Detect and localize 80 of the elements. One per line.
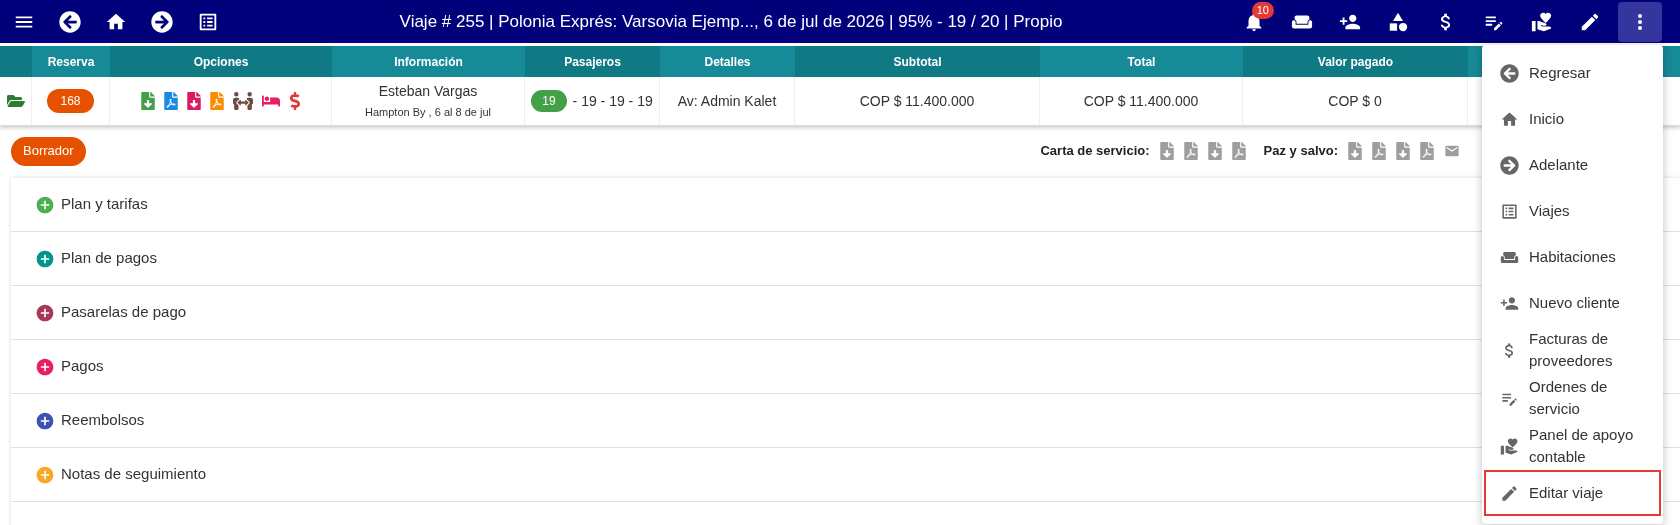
accordion-section[interactable]: Plan y tarifas <box>35 193 148 216</box>
section-title: Pagos <box>61 356 104 377</box>
menu-item[interactable]: Inicio <box>1484 96 1661 142</box>
table-cell-text: COP $ 11.400.000 <box>1083 91 1199 111</box>
menu-item-label: Regresar <box>1529 63 1591 83</box>
table-cell-text: COP $ 0 <box>1328 91 1382 111</box>
client-name: Esteban Vargas <box>378 82 478 102</box>
section-title: Reembolsos <box>61 410 145 431</box>
menu-item-label: Inicio <box>1529 109 1565 129</box>
section-title: Plan de pagos <box>61 248 157 269</box>
passenger-counts: - 19 - 19 - 19 <box>572 91 653 111</box>
column-header: Valor pagado <box>1243 46 1468 77</box>
menu-item-label: Nuevo cliente <box>1529 293 1620 313</box>
list-icon <box>1500 201 1519 221</box>
bed-icon[interactable] <box>261 93 280 109</box>
menu-item-label: Facturas de proveedores <box>1529 329 1614 371</box>
document-group-label: Paz y salvo: <box>1263 142 1338 161</box>
column-header: Opciones <box>110 46 332 77</box>
email-icon[interactable] <box>1444 143 1460 159</box>
file-download-icon[interactable] <box>1396 142 1410 160</box>
back-arrow-icon <box>1500 63 1519 83</box>
pdf-file-icon[interactable] <box>1372 142 1386 160</box>
accordion-section[interactable]: Pasarelas de pago <box>35 301 187 324</box>
menu-item[interactable]: Regresar <box>1484 50 1661 96</box>
pdf-file-icon[interactable] <box>1420 142 1434 160</box>
menu-item-label: Ordenes de servicio <box>1529 377 1609 419</box>
more-menu-button[interactable] <box>1618 1 1662 42</box>
hotel-dates: Hampton By , 6 al 8 de jul <box>365 105 491 121</box>
trip-title: Viaje # 255 | Polonia Exprés: Varsovia Ejemp..., 6 de jul de 2026 | 95% - 19 / 20 | Propio <box>399 10 1063 33</box>
file-download-icon[interactable] <box>140 92 155 110</box>
document-group-label: Carta de servicio: <box>1040 142 1150 161</box>
accordion-section[interactable]: Notas de seguimiento <box>35 463 207 486</box>
section-title: Pasarelas de pago <box>61 302 187 323</box>
passenger-badge: 19 <box>531 90 567 112</box>
hand-person-icon <box>1500 436 1519 456</box>
file-download-icon[interactable] <box>1159 142 1174 160</box>
hand-person-icon[interactable] <box>1531 10 1553 33</box>
column-header: Detalles <box>660 46 795 77</box>
menu-item-label: Panel de apoyo contable <box>1529 425 1635 467</box>
menu-item[interactable]: Editar viaje <box>1484 470 1661 516</box>
reservation-badge: 168 <box>47 89 94 113</box>
pdf-file-icon[interactable] <box>1183 142 1198 160</box>
column-header: Total <box>1040 46 1243 77</box>
menu-item-label: Habitaciones <box>1529 247 1616 267</box>
column-header: Pasajeros <box>525 46 660 77</box>
table-cell-text: COP $ 11.400.000 <box>859 91 975 111</box>
menu-item-label: Editar viaje <box>1529 483 1604 503</box>
menu-item[interactable]: Facturas de proveedores <box>1484 326 1661 374</box>
forward-arrow-icon[interactable] <box>151 10 173 33</box>
forward-arrow-icon <box>1500 155 1519 175</box>
back-arrow-icon[interactable] <box>59 10 81 33</box>
accordion-section[interactable]: Plan de pagos <box>35 247 157 270</box>
menu-item[interactable]: Habitaciones <box>1484 234 1661 280</box>
accordion-section[interactable]: Reembolsos <box>35 409 145 432</box>
people-arrows-icon[interactable] <box>232 92 253 110</box>
draft-status-button[interactable]: Borrador <box>11 136 86 166</box>
section-title: Plan y tarifas <box>61 194 148 215</box>
menu-item[interactable]: Ordenes de servicio <box>1484 374 1661 422</box>
file-download-icon[interactable] <box>1348 142 1362 160</box>
menu-item[interactable]: Panel de apoyo contable <box>1484 422 1661 470</box>
menu-item[interactable]: Viajes <box>1484 188 1661 234</box>
pdf-file-icon[interactable] <box>1231 142 1246 160</box>
notification-count: 10 <box>1251 1 1274 19</box>
table-cell-text: Av: Admin Kalet <box>677 91 777 111</box>
pdf-file-icon[interactable] <box>163 92 178 110</box>
menu-item[interactable]: Adelante <box>1484 142 1661 188</box>
accordion-section[interactable]: Pagos <box>35 355 104 378</box>
menu-item[interactable]: Nuevo cliente <box>1484 280 1661 326</box>
folder-icon[interactable] <box>6 92 25 110</box>
file-download-icon[interactable] <box>1207 142 1222 160</box>
column-header: Información <box>332 46 525 77</box>
home-icon <box>1500 109 1519 129</box>
menu-item-label: Viajes <box>1529 201 1570 221</box>
table-header <box>0 46 32 77</box>
column-header: Reserva <box>32 46 110 77</box>
column-header: Subtotal <box>795 46 1040 77</box>
section-title: Notas de seguimiento <box>61 464 207 485</box>
more-vertical-icon <box>1638 13 1642 30</box>
menu-item-label: Adelante <box>1529 155 1589 175</box>
file-download-icon[interactable] <box>186 92 201 110</box>
